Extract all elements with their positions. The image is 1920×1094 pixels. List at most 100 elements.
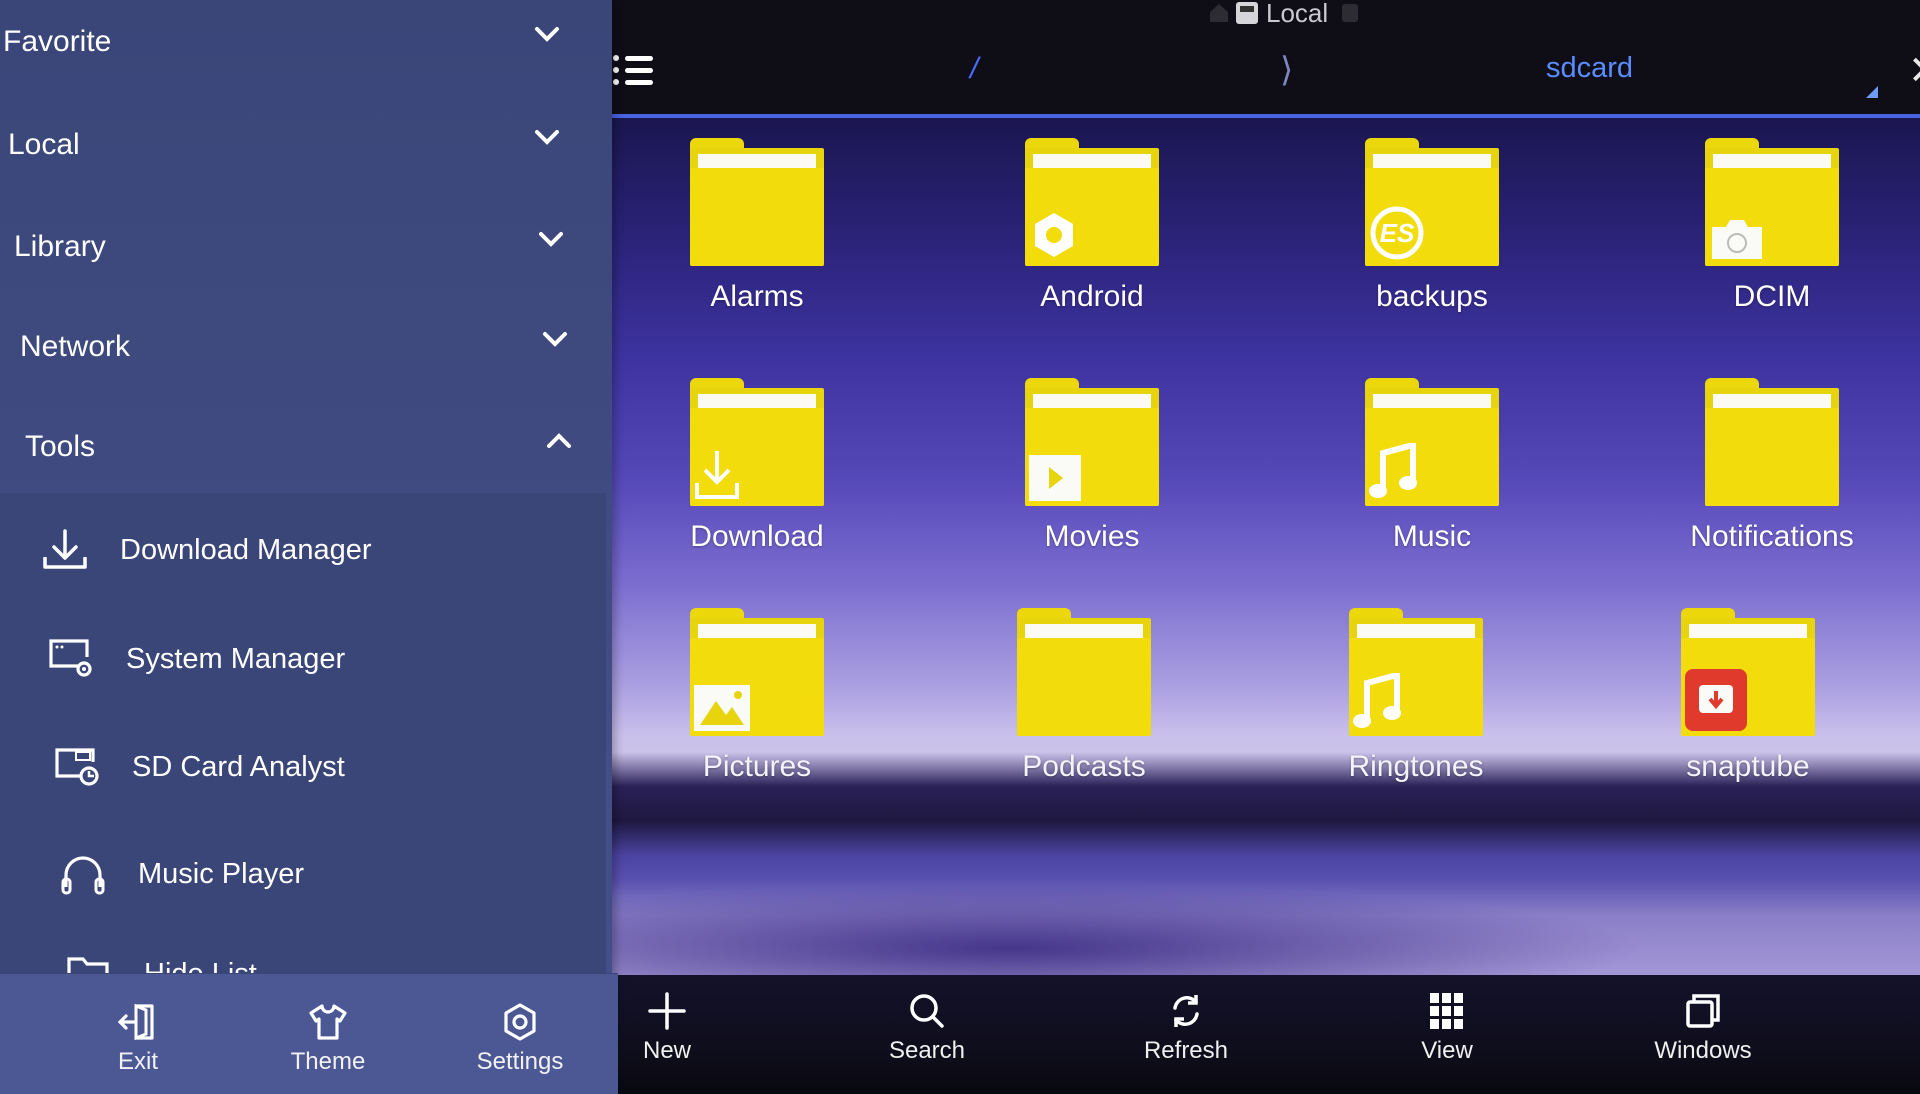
folder-item[interactable]: Ringtones xyxy=(1316,608,1516,784)
folder-item[interactable]: Alarms xyxy=(657,138,857,314)
folder-icon xyxy=(1017,608,1151,736)
folder-item[interactable]: ES backups xyxy=(1332,138,1532,314)
play-badge-icon xyxy=(1029,455,1081,506)
chevron-down-icon xyxy=(539,232,563,247)
folder-name: Music xyxy=(1392,520,1472,553)
exit-button[interactable]: Exit xyxy=(68,1000,208,1076)
chevron-up-icon xyxy=(547,433,571,448)
folder-grid: Alarms Android ES backups DCIM Download Movies… xyxy=(630,130,1920,783)
folder-icon xyxy=(1025,138,1159,266)
camera-badge-icon xyxy=(1709,217,1765,266)
folder-item[interactable]: Notifications xyxy=(1672,378,1872,554)
file-browser-pane: Local / ⟩ sdcard ✕ Alarms Android ES backup… xyxy=(590,0,1920,1094)
folder-icon xyxy=(1705,378,1839,506)
bottom-toolbar: New Search Refresh View Windows xyxy=(590,975,1920,1094)
es-logo-badge-icon: ES xyxy=(1369,205,1425,266)
chevron-down-icon xyxy=(535,130,559,145)
folder-name: Pictures xyxy=(702,750,812,783)
sd-card-analyst-icon xyxy=(52,744,102,790)
shirt-icon xyxy=(258,1000,398,1044)
folder-icon xyxy=(1025,378,1159,506)
chevron-down-icon xyxy=(543,332,567,347)
theme-button[interactable]: Theme xyxy=(258,1000,398,1076)
folder-item[interactable]: Movies xyxy=(992,378,1192,554)
search-icon xyxy=(862,989,992,1033)
sidebar-section-local[interactable]: Local xyxy=(0,95,600,195)
svg-text:ES: ES xyxy=(1380,218,1415,248)
download-badge-icon xyxy=(694,449,740,506)
folder-item[interactable]: Podcasts xyxy=(984,608,1184,784)
download-icon xyxy=(40,527,90,573)
view-button[interactable]: View xyxy=(1382,989,1512,1065)
sidebar-item-download-manager[interactable]: Download Manager xyxy=(40,527,371,573)
folder-icon xyxy=(1365,378,1499,506)
folder-name: DCIM xyxy=(1733,280,1811,313)
sidebar-item-music-player[interactable]: Music Player xyxy=(58,851,304,897)
folder-name: snaptube xyxy=(1686,750,1810,783)
folder-item[interactable]: Pictures xyxy=(657,608,857,784)
folder-item[interactable]: Download xyxy=(657,378,857,554)
hidden-folder-icon xyxy=(64,951,114,973)
snaptube-badge-icon xyxy=(1685,669,1747,736)
folder-item[interactable]: Android xyxy=(992,138,1192,314)
folder-name: backups xyxy=(1376,280,1488,313)
plus-icon xyxy=(602,989,732,1033)
refresh-button[interactable]: Refresh xyxy=(1121,989,1251,1065)
lock-icon xyxy=(1342,4,1359,22)
sidebar-item-sd-card-analyst[interactable]: SD Card Analyst xyxy=(52,744,345,790)
folder-icon: ES xyxy=(1365,138,1499,266)
drawer-bottom-bar: Exit Theme Settings xyxy=(0,973,618,1094)
folder-name: Alarms xyxy=(710,280,804,313)
grid-view-icon xyxy=(1382,989,1512,1033)
settings-button[interactable]: Settings xyxy=(450,1000,590,1076)
music-note-badge-icon xyxy=(1369,441,1417,506)
folder-name: Android xyxy=(1040,280,1144,313)
folder-icon xyxy=(1349,608,1483,736)
window-title-label: Local xyxy=(1266,0,1329,28)
folder-item[interactable]: DCIM xyxy=(1672,138,1872,314)
folder-icon xyxy=(690,138,824,266)
menu-button[interactable] xyxy=(613,52,653,88)
sidebar-section-tools[interactable]: Tools xyxy=(0,397,600,497)
refresh-icon xyxy=(1121,989,1251,1033)
breadcrumb-root[interactable]: / xyxy=(970,52,978,86)
music-note-badge-icon xyxy=(1353,671,1401,736)
windows-icon xyxy=(1638,989,1768,1033)
close-icon[interactable]: ✕ xyxy=(1908,48,1920,94)
sidebar-section-library[interactable]: Library xyxy=(0,197,600,297)
folder-name: Ringtones xyxy=(1348,750,1484,783)
breadcrumb-separator-icon: ⟩ xyxy=(1280,51,1294,89)
breadcrumb-dropdown-indicator-icon[interactable] xyxy=(1866,86,1878,98)
folder-name: Movies xyxy=(1044,520,1140,553)
sd-card-icon xyxy=(1236,2,1258,24)
folder-icon xyxy=(690,608,824,736)
gear-icon xyxy=(450,1000,590,1044)
folder-name: Notifications xyxy=(1690,520,1854,553)
windows-button[interactable]: Windows xyxy=(1638,989,1768,1065)
headphones-icon xyxy=(58,851,108,897)
sidebar-item-system-manager[interactable]: System Manager xyxy=(46,636,345,682)
folder-name: Podcasts xyxy=(1022,750,1146,783)
new-button[interactable]: New xyxy=(602,989,732,1065)
tools-submenu: Download Manager System Manager SD Card … xyxy=(0,493,606,973)
breadcrumb-current[interactable]: sdcard xyxy=(1546,52,1633,85)
header-bar: Local / ⟩ sdcard ✕ xyxy=(590,0,1920,118)
navigation-drawer: Favorite Local Library Network Tools Dow… xyxy=(0,0,618,1094)
sidebar-item-hide-list[interactable]: Hide List xyxy=(64,951,257,973)
folder-icon xyxy=(1681,608,1815,736)
folder-icon xyxy=(1705,138,1839,266)
sidebar-section-network[interactable]: Network xyxy=(0,297,600,397)
sidebar-section-favorite[interactable]: Favorite xyxy=(0,0,600,92)
folder-name: Download xyxy=(690,520,824,553)
picture-badge-icon xyxy=(694,685,750,736)
gear-badge-icon xyxy=(1029,211,1079,266)
window-title: Local xyxy=(1210,0,1359,28)
exit-icon xyxy=(68,1000,208,1044)
chevron-down-icon xyxy=(535,27,559,42)
home-icon xyxy=(1210,4,1228,22)
folder-item[interactable]: Music xyxy=(1332,378,1532,554)
folder-icon xyxy=(690,378,824,506)
list-menu-icon xyxy=(613,76,653,88)
folder-item[interactable]: snaptube xyxy=(1648,608,1848,784)
search-button[interactable]: Search xyxy=(862,989,992,1065)
